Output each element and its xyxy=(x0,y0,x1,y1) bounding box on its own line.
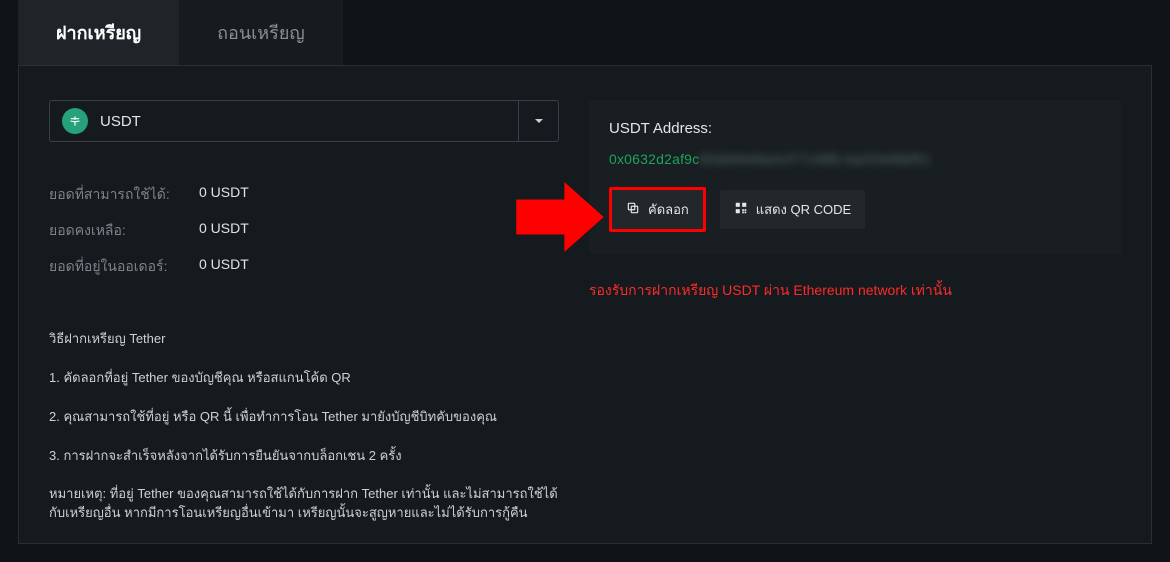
address-card: USDT Address: 0x0632d2af9c654b9449aAcF71… xyxy=(589,100,1121,254)
instructions-step2: 2. คุณสามารถใช้ที่อยู่ หรือ QR นี้ เพื่อ… xyxy=(49,408,559,427)
deposit-page: ฝากเหรียญ ถอนเหรียญ USDT ยอดที่ xyxy=(0,0,1170,562)
instructions-note: หมายเหตุ: ที่อยู่ Tether ของคุณสามารถใช้… xyxy=(49,485,559,523)
address-buttons: คัดลอก แสดง QR CODE xyxy=(609,187,1101,232)
copy-button[interactable]: คัดลอก xyxy=(609,187,706,232)
balance-available-row: ยอดที่สามารถใช้ได้: 0 USDT xyxy=(49,184,559,206)
show-qr-button-label: แสดง QR CODE xyxy=(756,199,851,220)
chevron-down-icon xyxy=(534,113,544,129)
network-warning: รองรับการฝากเหรียญ USDT ผ่าน Ethereum ne… xyxy=(589,280,1121,302)
currency-select[interactable]: USDT xyxy=(49,100,559,142)
address-value: 0x0632d2af9c654b9449aAcF7146fb baA5446bf… xyxy=(609,151,1101,167)
currency-symbol: USDT xyxy=(100,113,141,130)
copy-icon xyxy=(626,201,640,218)
content: USDT ยอดที่สามารถใช้ได้: 0 USDT ยอดคงเหล… xyxy=(18,66,1152,544)
instructions: วิธีฝากเหรียญ Tether 1. คัดลอกที่อยู่ Te… xyxy=(49,330,559,523)
balance-remaining-row: ยอดคงเหลือ: 0 USDT xyxy=(49,220,559,242)
qr-icon xyxy=(734,201,748,218)
address-visible-part: 0x0632d2af9c xyxy=(609,151,699,167)
instructions-title: วิธีฝากเหรียญ Tether xyxy=(49,330,559,349)
currency-caret[interactable] xyxy=(518,101,558,141)
tether-icon xyxy=(62,108,88,134)
balance-in-order-row: ยอดที่อยู่ในออเดอร์: 0 USDT xyxy=(49,256,559,278)
balance-remaining-value: 0 USDT xyxy=(199,220,249,242)
balance-available-label: ยอดที่สามารถใช้ได้: xyxy=(49,184,199,206)
tab-deposit[interactable]: ฝากเหรียญ xyxy=(18,0,179,65)
currency-select-main[interactable]: USDT xyxy=(50,101,518,141)
address-label: USDT Address: xyxy=(609,120,1101,137)
address-hidden-part: 654b9449aAcF7146fb baA5446bf51 xyxy=(699,151,930,167)
balance-in-order-value: 0 USDT xyxy=(199,256,249,278)
right-column: USDT Address: 0x0632d2af9c654b9449aAcF71… xyxy=(589,100,1121,523)
instructions-step1: 1. คัดลอกที่อยู่ Tether ของบัญชีคุณ หรือ… xyxy=(49,369,559,388)
tabs: ฝากเหรียญ ถอนเหรียญ xyxy=(18,0,1152,66)
left-column: USDT ยอดที่สามารถใช้ได้: 0 USDT ยอดคงเหล… xyxy=(49,100,559,523)
tab-withdraw[interactable]: ถอนเหรียญ xyxy=(179,0,343,65)
balance-in-order-label: ยอดที่อยู่ในออเดอร์: xyxy=(49,256,199,278)
balance-remaining-label: ยอดคงเหลือ: xyxy=(49,220,199,242)
show-qr-button[interactable]: แสดง QR CODE xyxy=(720,190,865,229)
instructions-step3: 3. การฝากจะสำเร็จหลังจากได้รับการยืนยันจ… xyxy=(49,447,559,466)
copy-button-label: คัดลอก xyxy=(648,199,689,220)
balance-available-value: 0 USDT xyxy=(199,184,249,206)
